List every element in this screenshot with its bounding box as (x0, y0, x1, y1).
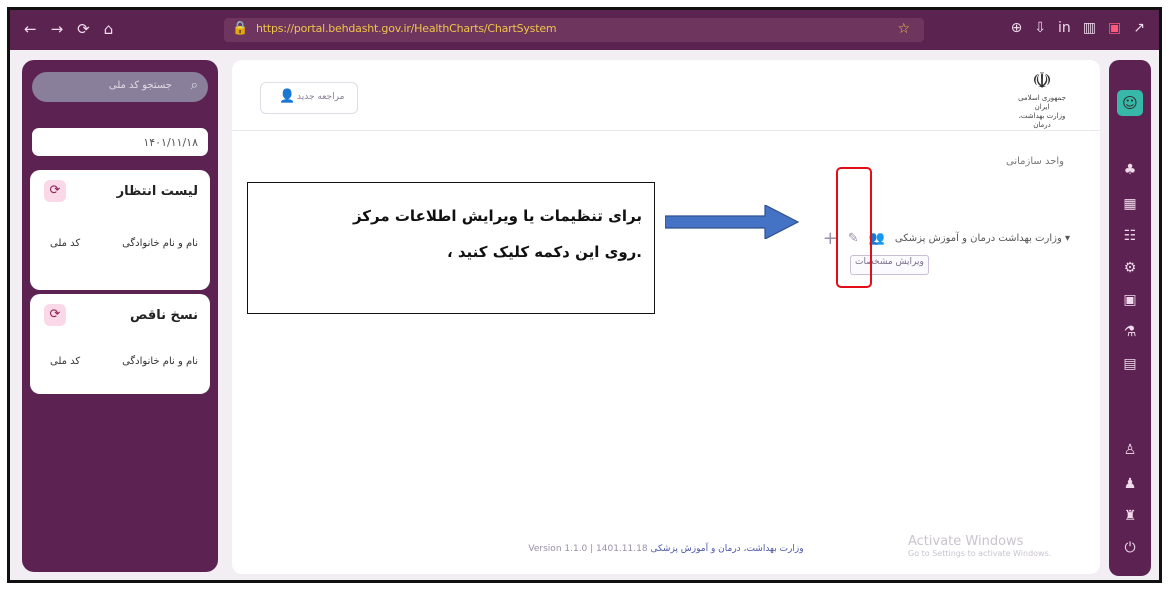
emblem-icon: ☫ (1032, 69, 1052, 94)
forward-icon[interactable]: → (51, 20, 64, 38)
annotation-line-2: ، روی این دکمه کلیک کنید. (446, 243, 642, 261)
watermark-subtitle: Go to Settings to activate Windows. (908, 549, 1052, 558)
user-add-icon[interactable]: ♟ (1109, 476, 1151, 492)
column-national-code: کد ملی (50, 238, 81, 249)
ministry-logo: ☫ جمهوری اسلامی ایران وزارت بهداشت، درما… (1012, 69, 1072, 130)
extension-icons: ⊕ ⇩ in ▥ ▣ ↗ (1011, 20, 1145, 36)
back-icon[interactable]: ← (24, 20, 37, 38)
annotation-callout: برای تنظیمات یا ویرایش اطلاعات مرکز ، رو… (247, 182, 655, 314)
screenshot-frame: ← → ⟳ ⌂ 🔒 https://portal.behdasht.gov.ir… (7, 7, 1162, 583)
document-icon[interactable]: ▤ (1109, 356, 1151, 372)
column-full-name: نام و نام خانوادگی (122, 238, 198, 249)
search-placeholder: جستجو کد ملی (108, 80, 172, 91)
footer-link[interactable]: وزارت بهداشت، درمان و آموزش پزشکی (650, 544, 803, 554)
box-icon[interactable]: ▣ (1109, 292, 1151, 308)
refresh-icon[interactable]: ⟳ (44, 304, 66, 326)
annotation-arrow (665, 205, 800, 239)
logo-text-1: جمهوری اسلامی ایران (1018, 94, 1066, 111)
new-visit-button[interactable]: 👤 مراجعه جدید (260, 82, 358, 114)
user-edit-icon[interactable]: ♙ (1109, 442, 1151, 458)
download-icon[interactable]: ⇩ (1034, 20, 1046, 36)
browser-nav: ← → ⟳ ⌂ (24, 20, 113, 38)
home-icon[interactable]: ⌂ (104, 20, 114, 38)
pocket-icon[interactable]: ▣ (1108, 20, 1121, 36)
org-tree-label[interactable]: ▾ وزارت بهداشت درمان و آموزش پزشکی (895, 233, 1070, 244)
new-visit-label: مراجعه جدید (297, 92, 345, 102)
address-bar[interactable]: 🔒 https://portal.behdasht.gov.ir/HealthC… (224, 18, 924, 42)
avatar[interactable]: ☺ (1117, 90, 1143, 116)
column-full-name: نام و نام خانوادگی (122, 356, 198, 367)
date-field[interactable]: ۱۴۰۱/۱۱/۱۸ (32, 128, 208, 156)
shield-extension-icon[interactable]: ⊕ (1011, 20, 1023, 36)
user-list-icon[interactable]: ♜ (1109, 508, 1151, 524)
building-icon[interactable]: ▦ (1109, 196, 1151, 212)
waiting-list-title: لیست انتظار (116, 184, 198, 199)
users-group-icon[interactable]: ☷ (1109, 228, 1151, 244)
search-icon[interactable]: ⌕ (191, 78, 198, 93)
logo-text-2: وزارت بهداشت، درمان (1018, 112, 1066, 129)
right-nav-rail: ☺ ♣ ▦ ☷ ⚙ ▣ ⚗ ▤ ♙ ♟ ♜ ⏻ (1109, 60, 1151, 576)
annotation-line-1: برای تنظیمات یا ویرایش اطلاعات مرکز (352, 207, 642, 225)
column-national-code: کد ملی (50, 356, 81, 367)
breadcrumb: واحد سازمانی (1006, 156, 1064, 167)
browser-toolbar: ← → ⟳ ⌂ 🔒 https://portal.behdasht.gov.ir… (10, 10, 1159, 50)
user-icon: 👤 (279, 89, 296, 104)
library-icon[interactable]: in (1058, 20, 1071, 36)
power-icon[interactable]: ⏻ (1109, 540, 1151, 556)
reload-icon[interactable]: ⟳ (77, 20, 90, 38)
left-sidebar: جستجو کد ملی ⌕ ۱۴۰۱/۱۱/۱۸ لیست انتظار ⟳ … (22, 60, 218, 572)
lab-icon[interactable]: ⚗ (1109, 324, 1151, 340)
refresh-icon[interactable]: ⟳ (44, 180, 66, 202)
footer-version: Version 1.1.0 | 1401.11.18 (528, 544, 648, 554)
lock-icon: 🔒 (232, 21, 249, 36)
reader-icon[interactable]: ▥ (1083, 20, 1096, 36)
waiting-list-card: لیست انتظار ⟳ نام و نام خانوادگی کد ملی (30, 170, 210, 290)
highlight-box (836, 167, 872, 288)
settings-users-icon[interactable]: ⚙ (1109, 260, 1151, 276)
incomplete-prescriptions-title: نسخ ناقص (129, 308, 198, 323)
watermark-title: Activate Windows (908, 534, 1024, 549)
incomplete-prescriptions-card: نسخ ناقص ⟳ نام و نام خانوادگی کد ملی (30, 294, 210, 394)
activation-watermark: Activate Windows Go to Settings to activ… (908, 534, 1098, 558)
org-chart-icon[interactable]: ♣ (1109, 162, 1151, 178)
share-icon[interactable]: ↗ (1133, 20, 1145, 36)
main-header: 👤 مراجعه جدید ☫ جمهوری اسلامی ایران وزار… (232, 60, 1100, 131)
national-code-search[interactable]: جستجو کد ملی ⌕ (32, 72, 208, 102)
main-content: 👤 مراجعه جدید ☫ جمهوری اسلامی ایران وزار… (232, 60, 1100, 574)
bookmark-star-icon[interactable]: ☆ (897, 21, 910, 37)
url-text[interactable]: https://portal.behdasht.gov.ir/HealthCha… (256, 22, 557, 35)
